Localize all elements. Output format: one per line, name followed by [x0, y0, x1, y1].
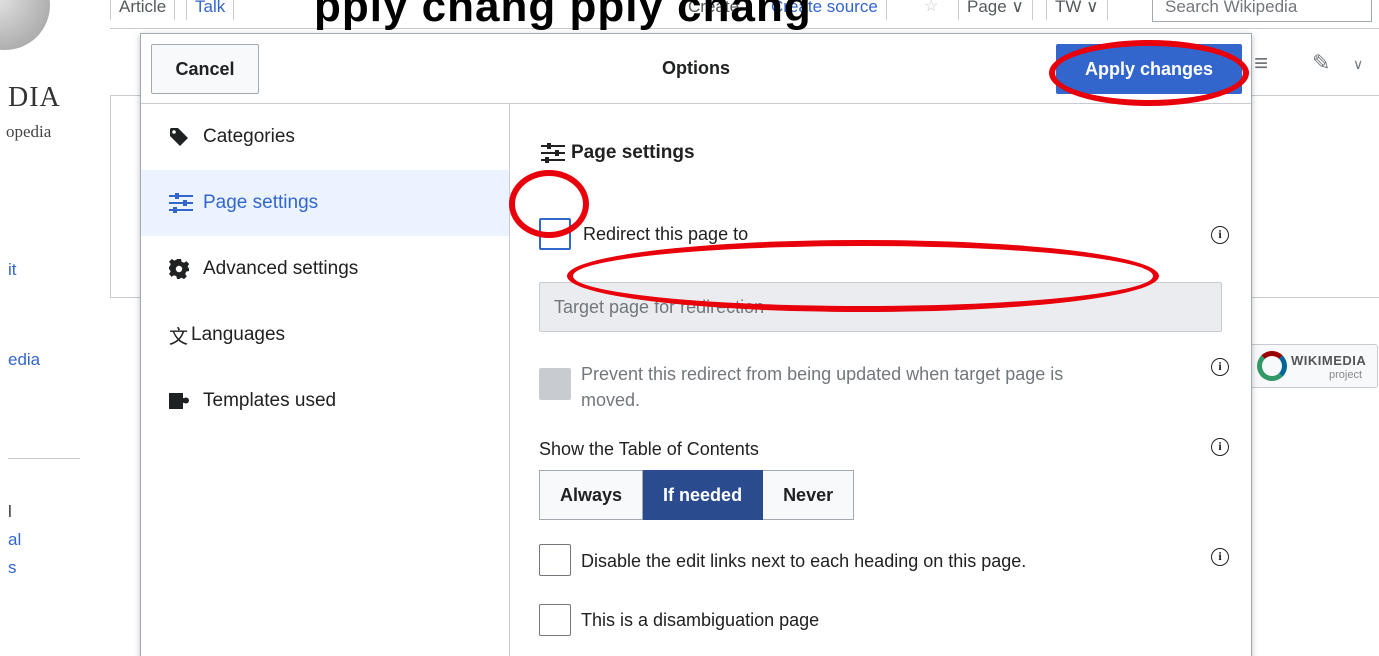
section-title: Page settings [571, 142, 695, 163]
sidebar-item-label: Languages [191, 324, 286, 345]
sliders-icon [541, 143, 571, 163]
prevent-redirect-label-line2: moved. [581, 390, 641, 410]
sidebar-item-label: Templates used [203, 390, 337, 411]
puzzle-icon [169, 391, 199, 411]
info-icon[interactable]: i [1211, 438, 1229, 456]
pencil-icon[interactable]: ✎ [1312, 50, 1330, 76]
overlay-caption: pply chang pply chang [314, 0, 812, 31]
tab-talk[interactable]: Talk [186, 0, 235, 20]
redirect-target-input[interactable] [539, 282, 1222, 332]
logo-wordmark: DIA [8, 82, 61, 113]
apply-changes-button[interactable]: Apply changes [1056, 44, 1242, 94]
sidebar-item-label: Page settings [203, 192, 319, 213]
options-dialog: Cancel Options Apply changes Categories … [140, 33, 1252, 656]
sidebar-link[interactable]: it [8, 260, 17, 280]
sidebar-item-label: Advanced settings [203, 258, 359, 279]
toc-label: Show the Table of Contents [539, 439, 759, 459]
disable-edit-links-checkbox[interactable] [539, 544, 571, 576]
wikimedia-name: WIKIMEDIA [1291, 353, 1367, 368]
tab-article[interactable]: Article [110, 0, 176, 20]
sidebar-item-languages[interactable]: 文 Languages [141, 302, 509, 368]
prevent-redirect-checkbox[interactable] [539, 368, 571, 400]
sliders-icon [169, 193, 199, 213]
info-icon[interactable]: i [1211, 548, 1229, 566]
toc-if-needed-button[interactable]: If needed [643, 470, 764, 520]
sidebar-item-label: Categories [203, 126, 295, 147]
hamburger-menu-icon[interactable]: ≡ [1254, 50, 1268, 78]
toc-toggle-group: Always If needed Never [539, 470, 855, 520]
wikimedia-badge[interactable]: WIKIMEDIA project [1250, 344, 1378, 388]
disable-edit-links-label: Disable the edit links next to each head… [581, 551, 1027, 571]
sidebar-item-templates-used[interactable]: Templates used [141, 368, 509, 434]
page-settings-panel: Page settings Redirect this page to i Pr… [511, 104, 1251, 656]
gear-icon [169, 259, 199, 279]
toc-always-button[interactable]: Always [539, 470, 644, 520]
redirect-checkbox[interactable] [539, 218, 571, 250]
sidebar-item-page-settings[interactable]: Page settings [141, 170, 509, 236]
disambiguation-label: This is a disambiguation page [581, 610, 820, 630]
redirect-label: Redirect this page to [583, 224, 749, 244]
logo-tagline: opedia [6, 122, 52, 141]
page-menu[interactable]: Page ∨ [958, 0, 1033, 20]
info-icon[interactable]: i [1211, 358, 1229, 376]
sidebar-item-advanced-settings[interactable]: Advanced settings [141, 236, 509, 302]
tw-menu[interactable]: TW ∨ [1046, 0, 1108, 20]
options-sidebar: Categories Page settings Advanced settin… [141, 104, 510, 656]
chevron-down-icon[interactable]: ∨ [1353, 56, 1363, 73]
sidebar-link[interactable]: s [8, 558, 17, 578]
search-input[interactable]: Search Wikipedia [1152, 0, 1372, 22]
prevent-redirect-label: Prevent this redirect from being updated… [581, 364, 1064, 384]
info-icon[interactable]: i [1211, 226, 1229, 244]
watch-star-icon[interactable]: ☆ [924, 0, 938, 16]
disambiguation-checkbox[interactable] [539, 604, 571, 636]
sidebar-link[interactable]: l [8, 502, 12, 522]
sidebar-item-categories[interactable]: Categories [141, 104, 509, 170]
sidebar-divider [8, 458, 80, 459]
toc-never-button[interactable]: Never [763, 470, 855, 520]
wikipedia-globe-icon[interactable] [0, 0, 50, 50]
wikimedia-sub: project [1329, 369, 1363, 381]
sidebar-link[interactable]: al [8, 530, 21, 550]
sidebar-link[interactable]: edia [8, 350, 40, 370]
tag-icon [169, 127, 199, 147]
wikimedia-logo-icon [1257, 351, 1287, 381]
dialog-header: Cancel Options Apply changes [141, 34, 1251, 104]
section-heading: Page settings [541, 142, 695, 164]
